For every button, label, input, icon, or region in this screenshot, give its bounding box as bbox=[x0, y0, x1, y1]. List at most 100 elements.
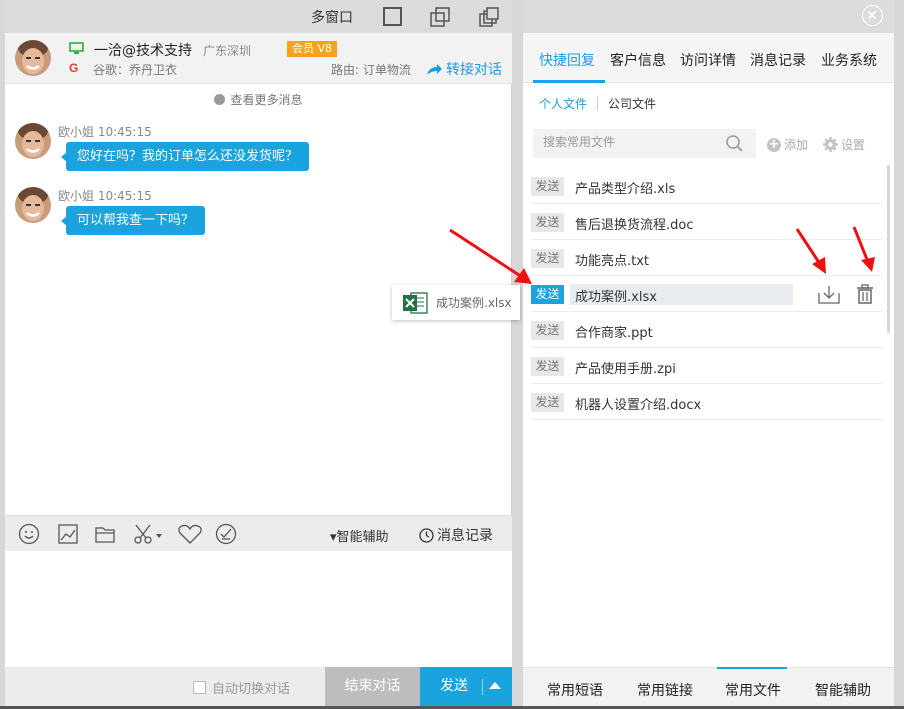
send-button[interactable]: 发送 bbox=[420, 667, 512, 706]
customer-source: 谷歌：乔丹卫衣 bbox=[93, 63, 178, 77]
excel-file-icon bbox=[402, 291, 428, 315]
tab-message-history[interactable]: 消息记录 bbox=[750, 50, 806, 70]
search-icon[interactable] bbox=[725, 134, 745, 154]
vip-badge: 会员 V8 bbox=[287, 41, 338, 57]
dragged-file-preview[interactable]: 成功案例.xlsx bbox=[392, 285, 520, 320]
dragged-file-name: 成功案例.xlsx bbox=[436, 296, 512, 310]
side-panel-header bbox=[523, 0, 894, 33]
send-file-button[interactable]: 发送 bbox=[531, 393, 564, 412]
single-window-icon[interactable] bbox=[382, 6, 404, 28]
file-name: 成功案例.xlsx bbox=[575, 290, 657, 305]
side-panel-tabs: 快捷回复 客户信息 访问详情 消息记录 业务系统 bbox=[523, 33, 894, 83]
subtab-company-files[interactable]: 公司文件 bbox=[608, 95, 656, 112]
customer-name: 一洽@技术支持 bbox=[94, 43, 192, 59]
window-titlebar: 多窗口 bbox=[5, 0, 512, 33]
side-panel: 快捷回复 客户信息 访问详情 消息记录 业务系统 个人文件 公司文件 + 添加 … bbox=[523, 0, 894, 706]
screenshot-scissors-icon[interactable] bbox=[132, 523, 164, 545]
transfer-chat-label: 转接对话 bbox=[446, 62, 502, 78]
send-file-button[interactable]: 发送 bbox=[531, 357, 564, 376]
transfer-arrow-icon bbox=[427, 63, 442, 75]
evaluate-icon[interactable] bbox=[215, 523, 237, 545]
file-name: 合作商家.ppt bbox=[575, 326, 653, 341]
file-search-input[interactable] bbox=[543, 135, 723, 149]
message-time: 10:45:15 bbox=[97, 189, 152, 203]
desktop-monitor-icon bbox=[69, 42, 84, 55]
auto-switch-checkbox[interactable]: 自动切换对话 bbox=[193, 678, 290, 697]
list-item[interactable]: 发送 产品使用手册.zpi bbox=[531, 348, 882, 384]
file-list: 发送 产品类型介绍.xls 发送 售后退换货流程.doc 发送 功能亮点.txt… bbox=[531, 168, 882, 420]
file-scope-tabs: 个人文件 公司文件 bbox=[539, 95, 656, 112]
load-more-label: 查看更多消息 bbox=[230, 93, 303, 107]
plus-circle-icon: + bbox=[767, 136, 781, 152]
message-meta: 欧小姐 10:45:15 bbox=[58, 187, 152, 204]
message-sender: 欧小姐 bbox=[58, 125, 95, 139]
message-history-label: 消息记录 bbox=[437, 528, 493, 544]
tab-business-system[interactable]: 业务系统 bbox=[821, 50, 877, 70]
history-clock-icon bbox=[419, 527, 434, 543]
bottom-tab-phrases[interactable]: 常用短语 bbox=[547, 680, 603, 700]
customer-route: 路由: 订单物流 bbox=[331, 63, 411, 77]
transfer-chat-button[interactable]: 转接对话 bbox=[426, 59, 502, 79]
side-panel-bottom-tabs: 常用短语 常用链接 常用文件 智能辅助 bbox=[523, 667, 894, 706]
folder-icon[interactable] bbox=[94, 523, 116, 545]
message-bubble: 可以帮我查一下吗？ bbox=[60, 206, 206, 235]
triple-window-icon[interactable] bbox=[478, 6, 500, 28]
active-bottom-tab-indicator bbox=[717, 667, 787, 669]
subtab-personal-files[interactable]: 个人文件 bbox=[539, 95, 587, 112]
send-file-button[interactable]: 发送 bbox=[531, 177, 564, 196]
list-item[interactable]: 发送 机器人设置介绍.docx bbox=[531, 384, 882, 420]
compose-toolbar: ▾智能辅助 消息记录 bbox=[5, 515, 512, 551]
bottom-tab-files[interactable]: 常用文件 bbox=[725, 680, 781, 700]
file-name: 售后退换货流程.doc bbox=[575, 218, 694, 233]
file-name: 产品类型介绍.xls bbox=[575, 182, 676, 197]
chat-actions-bar: 自动切换对话 结束对话 发送 bbox=[5, 667, 512, 706]
list-item-selected[interactable]: 发送 成功案例.xlsx bbox=[531, 276, 882, 312]
smart-assist-toggle[interactable]: ▾智能辅助 bbox=[330, 526, 389, 545]
add-file-button[interactable]: + 添加 bbox=[767, 136, 808, 153]
auto-switch-label: 自动切换对话 bbox=[212, 682, 291, 697]
bottom-tab-links[interactable]: 常用链接 bbox=[637, 680, 693, 700]
message-time: 10:45:15 bbox=[97, 125, 152, 139]
emoji-icon[interactable] bbox=[18, 523, 40, 545]
chat-window: 多窗口 一洽@技术支持 广东深圳 会员 V8 G 谷歌：乔丹卫衣 路由: 订单物… bbox=[5, 0, 512, 706]
tab-visit-details[interactable]: 访问详情 bbox=[680, 50, 736, 70]
image-icon[interactable] bbox=[57, 523, 79, 545]
message-history-button[interactable]: 消息记录 bbox=[419, 525, 493, 545]
heart-icon[interactable] bbox=[177, 523, 203, 545]
google-icon: G bbox=[69, 61, 79, 75]
add-file-label: 添加 bbox=[784, 138, 809, 152]
file-settings-button[interactable]: 设置 bbox=[823, 136, 865, 153]
sender-avatar bbox=[15, 187, 51, 223]
message-meta: 欧小姐 10:45:15 bbox=[58, 123, 152, 140]
message-input[interactable] bbox=[5, 551, 512, 667]
send-options-caret-icon[interactable] bbox=[489, 682, 501, 689]
tab-customer-info[interactable]: 客户信息 bbox=[610, 50, 666, 70]
checkbox-box[interactable] bbox=[193, 681, 206, 694]
list-item[interactable]: 发送 产品类型介绍.xls bbox=[531, 168, 882, 204]
active-tab-indicator bbox=[533, 80, 605, 83]
file-name: 产品使用手册.zpi bbox=[575, 362, 676, 377]
download-icon[interactable] bbox=[818, 284, 840, 304]
message-sender: 欧小姐 bbox=[58, 189, 95, 203]
bottom-tab-smart-assist[interactable]: 智能辅助 bbox=[815, 680, 871, 700]
file-name: 机器人设置介绍.docx bbox=[575, 398, 702, 413]
customer-location: 广东深圳 bbox=[203, 44, 252, 58]
clock-icon bbox=[214, 94, 226, 105]
multi-window-label[interactable]: 多窗口 bbox=[311, 7, 353, 27]
list-item[interactable]: 发送 合作商家.ppt bbox=[531, 312, 882, 348]
send-file-button[interactable]: 发送 bbox=[531, 321, 564, 340]
end-chat-button[interactable]: 结束对话 bbox=[325, 667, 420, 706]
load-more-messages[interactable]: 查看更多消息 bbox=[5, 91, 512, 108]
file-list-scrollbar[interactable] bbox=[887, 165, 890, 333]
gear-icon bbox=[823, 137, 838, 152]
send-button-label: 发送 bbox=[440, 678, 468, 694]
delete-trash-icon[interactable] bbox=[856, 284, 874, 304]
subtab-divider bbox=[597, 97, 599, 110]
double-window-icon[interactable] bbox=[429, 6, 451, 28]
annotation-arrow-icon bbox=[795, 228, 826, 274]
file-search-box bbox=[533, 129, 756, 158]
annotation-arrow-icon bbox=[852, 226, 875, 272]
tab-quick-reply[interactable]: 快捷回复 bbox=[539, 50, 595, 70]
close-icon[interactable] bbox=[862, 5, 883, 26]
message-bubble: 您好在吗？我的订单怎么还没发货呢？ bbox=[60, 142, 310, 171]
